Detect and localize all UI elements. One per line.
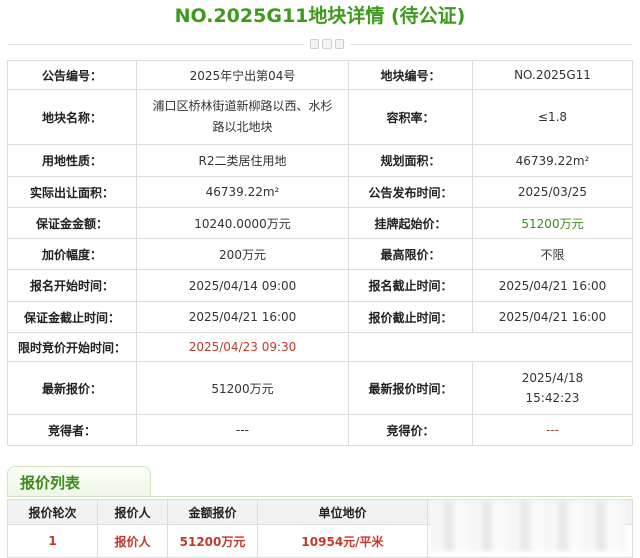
- latest-bid-label: 最新报价：: [7, 361, 137, 415]
- blurred-watermark: [430, 501, 626, 551]
- divider-dots: [310, 39, 344, 51]
- announcement-no-label: 公告编号：: [7, 60, 137, 90]
- detail-row: 限时竞价开始时间： 2025/04/23 09:30: [7, 332, 633, 362]
- planned-area-value: 46739.22m²: [472, 144, 633, 177]
- parcel-no-label: 地块编号：: [348, 60, 473, 90]
- detail-row: 保证金截止时间： 2025/04/21 16:00 报价截止时间： 2025/0…: [7, 301, 633, 333]
- detail-row: 用地性质： R2二类居住用地 规划面积： 46739.22m²: [7, 144, 633, 177]
- divider-line-right: [350, 44, 632, 45]
- latest-bid-value: 51200万元: [136, 361, 349, 415]
- divider-dot: [334, 39, 344, 49]
- winner-label: 竞得者：: [7, 414, 137, 446]
- timed-start-value: 2025/04/23 09:30: [136, 332, 349, 362]
- deposit-value: 10240.0000万元: [136, 207, 349, 239]
- detail-row: 报名开始时间： 2025/04/14 09:00 报名截止时间： 2025/04…: [7, 269, 633, 302]
- empty-cell: [348, 332, 633, 362]
- col-bidder: 报价人: [97, 499, 168, 525]
- winning-price-label: 竞得价：: [348, 414, 473, 446]
- detail-row: 最新报价： 51200万元 最新报价时间： 2025/4/18 15:42:23: [7, 361, 633, 415]
- detail-row: 竞得者： --- 竞得价： ---: [7, 414, 633, 446]
- bid-end-value: 2025/04/21 16:00: [472, 301, 633, 333]
- deposit-end-value: 2025/04/21 16:00: [136, 301, 349, 333]
- divider-line-left: [8, 44, 304, 45]
- bid-list-title: 报价列表: [20, 474, 81, 492]
- reg-end-label: 报名截止时间：: [348, 269, 473, 302]
- actual-area-label: 实际出让面积：: [7, 176, 137, 208]
- reg-start-label: 报名开始时间：: [7, 269, 137, 302]
- parcel-name-value: 浦口区桥林街道新柳路以西、水杉路以北地块: [136, 89, 349, 145]
- bid-list-rule: [7, 496, 632, 497]
- latest-bid-time-label: 最新报价时间：: [348, 361, 473, 415]
- detail-row: 地块名称： 浦口区桥林街道新柳路以西、水杉路以北地块 容积率： ≤1.8: [7, 89, 633, 145]
- max-price-value: 不限: [472, 238, 633, 270]
- page-title: NO.2025G11地块详情 (待公证): [174, 5, 466, 27]
- deposit-end-label: 保证金截止时间：: [7, 301, 137, 333]
- title-divider: [8, 38, 632, 52]
- divider-dot: [310, 39, 320, 49]
- start-price-label: 挂牌起始价：: [348, 207, 473, 239]
- far-value: ≤1.8: [472, 89, 633, 145]
- deposit-label: 保证金金额：: [7, 207, 137, 239]
- land-use-label: 用地性质：: [7, 144, 137, 177]
- far-label: 容积率：: [348, 89, 473, 145]
- detail-row: 公告编号： 2025年宁出第04号 地块编号： NO.2025G11: [7, 60, 633, 90]
- increment-label: 加价幅度：: [7, 238, 137, 270]
- bid-end-label: 报价截止时间：: [348, 301, 473, 333]
- reg-end-value: 2025/04/21 16:00: [472, 269, 633, 302]
- bid-list-header: 报价列表: [7, 466, 151, 497]
- start-price-value: 51200万元: [472, 207, 633, 239]
- parcel-no-value: NO.2025G11: [472, 60, 633, 90]
- winning-price-value: ---: [472, 414, 633, 446]
- planned-area-label: 规划面积：: [348, 144, 473, 177]
- max-price-label: 最高限价：: [348, 238, 473, 270]
- divider-dot: [322, 39, 332, 49]
- detail-row: 保证金金额： 10240.0000万元 挂牌起始价： 51200万元: [7, 207, 633, 239]
- detail-row: 加价幅度： 200万元 最高限价： 不限: [7, 238, 633, 270]
- publish-time-label: 公告发布时间：: [348, 176, 473, 208]
- parcel-name-label: 地块名称：: [7, 89, 137, 145]
- reg-start-value: 2025/04/14 09:00: [136, 269, 349, 302]
- land-use-value: R2二类居住用地: [136, 144, 349, 177]
- publish-time-value: 2025/03/25: [472, 176, 633, 208]
- col-unit-price: 单位地价: [257, 499, 428, 525]
- winner-value: ---: [136, 414, 349, 446]
- increment-value: 200万元: [136, 238, 349, 270]
- col-round: 报价轮次: [7, 499, 98, 525]
- latest-bid-time-value: 2025/4/18 15:42:23: [472, 361, 633, 415]
- announcement-no-value: 2025年宁出第04号: [136, 60, 349, 90]
- col-amount: 金额报价: [167, 499, 258, 525]
- actual-area-value: 46739.22m²: [136, 176, 349, 208]
- timed-start-label: 限时竞价开始时间：: [7, 332, 137, 362]
- detail-row: 实际出让面积： 46739.22m² 公告发布时间： 2025/03/25: [7, 176, 633, 208]
- parcel-detail-table: 公告编号： 2025年宁出第04号 地块编号： NO.2025G11 地块名称：…: [7, 60, 633, 446]
